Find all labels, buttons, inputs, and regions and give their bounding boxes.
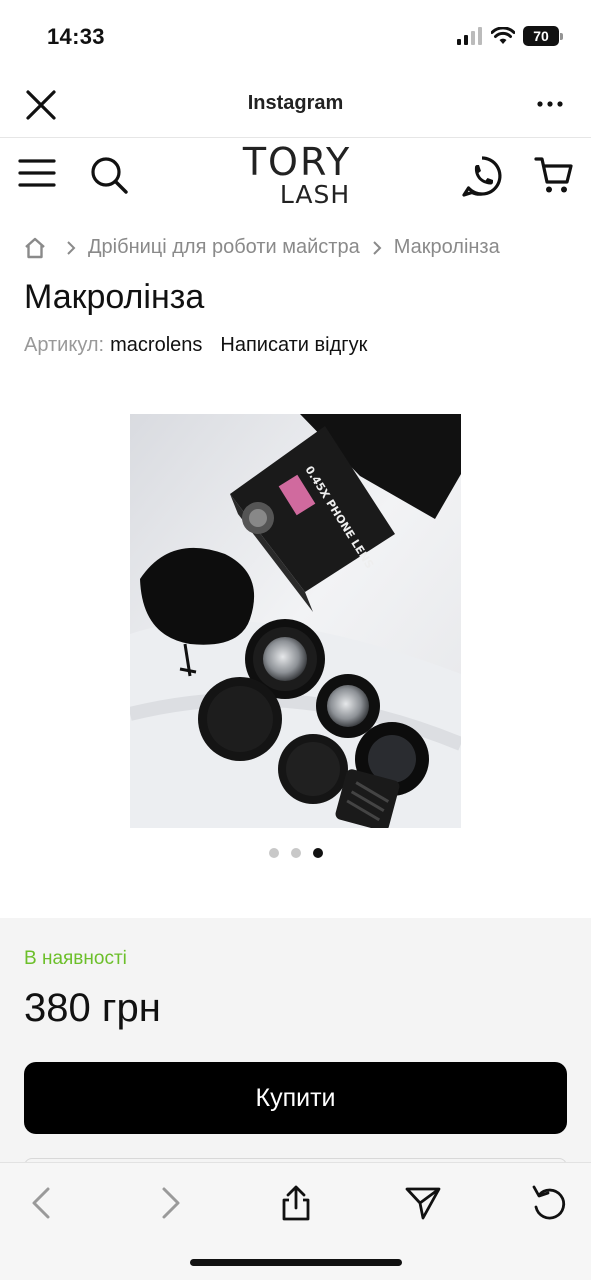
logo-line2: LASH bbox=[279, 180, 351, 209]
price: 380 грн bbox=[24, 986, 161, 1030]
cart-icon[interactable] bbox=[533, 154, 575, 196]
buy-panel: В наявності 380 грн Купити bbox=[0, 918, 591, 1166]
site-header: TORY LASH bbox=[0, 138, 591, 216]
status-icons: 70 bbox=[457, 26, 563, 46]
write-review-link[interactable]: Написати відгук bbox=[220, 334, 367, 357]
menu-icon[interactable] bbox=[18, 156, 56, 190]
chevron-right-icon bbox=[67, 240, 76, 255]
wifi-icon bbox=[491, 27, 515, 44]
status-time: 14:33 bbox=[47, 24, 105, 49]
browser-header: Instagram bbox=[0, 70, 591, 138]
breadcrumb-link-category[interactable]: Дрібниці для роботи майстра bbox=[88, 236, 360, 259]
sku-label: Артикул: bbox=[24, 334, 105, 356]
buy-button[interactable]: Купити bbox=[24, 1062, 567, 1134]
breadcrumb-current: Макролінза bbox=[393, 236, 500, 258]
sku-value: macrolens bbox=[110, 334, 203, 356]
page-title: Макролінза bbox=[24, 278, 205, 316]
send-icon[interactable] bbox=[403, 1183, 443, 1223]
sku-row: Артикул: macrolens Написати відгук bbox=[24, 334, 367, 357]
browser-title: Instagram bbox=[247, 92, 344, 114]
phone-icon[interactable] bbox=[460, 154, 504, 198]
product-photo: 0.45X PHONE LENS bbox=[130, 414, 461, 828]
more-icon[interactable] bbox=[537, 94, 563, 114]
gallery-dot[interactable] bbox=[268, 848, 279, 858]
back-icon[interactable] bbox=[22, 1183, 62, 1223]
search-icon[interactable] bbox=[88, 154, 130, 196]
gallery-pagination bbox=[0, 848, 591, 858]
browser-toolbar bbox=[0, 1162, 591, 1280]
reload-icon[interactable] bbox=[529, 1183, 569, 1223]
share-icon[interactable] bbox=[276, 1183, 316, 1223]
battery-icon: 70 bbox=[523, 26, 563, 46]
signal-icon bbox=[457, 27, 482, 45]
logo-line1: TORY bbox=[242, 140, 352, 184]
gallery-dot-active[interactable] bbox=[312, 848, 323, 858]
product-image[interactable]: 0.45X PHONE LENS bbox=[130, 414, 461, 828]
forward-icon[interactable] bbox=[150, 1183, 190, 1223]
home-icon[interactable] bbox=[24, 237, 46, 259]
home-indicator bbox=[190, 1259, 402, 1266]
battery-level: 70 bbox=[523, 26, 559, 46]
breadcrumb: Дрібниці для роботи майстра Макролінза bbox=[24, 236, 500, 259]
gallery-dot[interactable] bbox=[290, 848, 301, 858]
chevron-right-icon bbox=[372, 240, 382, 255]
status-bar: 14:33 70 bbox=[0, 0, 591, 70]
site-logo[interactable]: TORY LASH bbox=[238, 142, 356, 210]
stock-status: В наявності bbox=[24, 948, 127, 969]
